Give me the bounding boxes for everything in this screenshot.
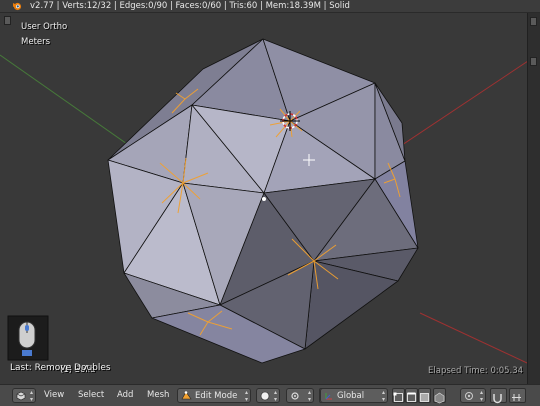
vertex-select-button[interactable]: [392, 388, 405, 403]
occlude-geometry-icon: [434, 392, 445, 404]
menu-select[interactable]: Select: [78, 388, 104, 403]
info-bar: v2.77 | Verts:12/32 | Edges:0/90 | Faces…: [0, 0, 540, 13]
viewport-header: ▴ ▾ View Select Add Mesh Edit Mode ▴ ▾ ▴ ▾: [0, 384, 540, 406]
menu-add[interactable]: Add: [117, 388, 133, 403]
viewport-shading-selector[interactable]: ▴ ▾: [256, 388, 280, 403]
menu-mesh[interactable]: Mesh: [147, 388, 169, 403]
scene-statistics: v2.77 | Verts:12/32 | Edges:0/90 | Faces…: [30, 1, 350, 11]
proportional-editing-icon: [465, 392, 473, 400]
region-toggle-top[interactable]: [530, 17, 537, 26]
menu-view[interactable]: View: [44, 388, 64, 403]
proportional-editing-selector[interactable]: ▴ ▾: [460, 388, 486, 403]
face-select-button[interactable]: [418, 388, 431, 403]
mesh-scene[interactable]: [0, 13, 540, 384]
edge-select-icon: [407, 392, 416, 402]
pivot-icon: [291, 392, 299, 400]
snap-toggle[interactable]: [490, 388, 507, 404]
mode-label: Edit Mode: [195, 391, 238, 401]
elapsed-time-label: Elapsed Time: 0:05.34: [428, 366, 524, 376]
region-toggle-plus[interactable]: [530, 57, 537, 66]
edit-mode-icon: [181, 391, 192, 400]
last-operator-label[interactable]: Last: Remove Doubles: [10, 363, 111, 373]
pivot-arrows-icon: ▴ ▾: [307, 389, 311, 403]
vertex-dot: [262, 197, 266, 201]
units-label: Meters: [21, 37, 51, 47]
solid-shading-icon: [260, 391, 270, 401]
mode-selector[interactable]: Edit Mode ▴ ▾: [177, 388, 251, 403]
snap-element-selector[interactable]: [509, 388, 526, 403]
editor-type-arrows-icon: ▴ ▾: [29, 389, 33, 403]
edge-select-button[interactable]: [405, 388, 418, 403]
orientation-icon: [325, 393, 332, 400]
cube-icon: [16, 391, 26, 401]
face-select-icon: [420, 393, 429, 402]
snap-increment-icon: [512, 394, 521, 401]
shading-arrows-icon: ▴ ▾: [273, 389, 277, 403]
orientation-label: Global: [337, 391, 365, 401]
orientation-arrows-icon: ▴ ▾: [381, 389, 385, 403]
blender-window: v2.77 | Verts:12/32 | Edges:0/90 | Faces…: [0, 0, 540, 406]
properties-region-edge[interactable]: [527, 13, 540, 384]
blender-logo-icon: [13, 2, 22, 11]
limit-selection-toggle[interactable]: [433, 388, 446, 404]
proportional-arrows-icon: ▴ ▾: [479, 389, 483, 403]
editor-type-selector[interactable]: ▴ ▾: [12, 388, 36, 403]
transform-orientation-selector[interactable]: Global ▴ ▾: [320, 388, 388, 403]
magnet-icon: [493, 394, 502, 404]
vertex-select-icon: [393, 392, 403, 402]
3d-viewport[interactable]: User Ortho Meters (1) Solid Elapsed Time…: [0, 13, 540, 384]
pivot-point-selector[interactable]: ▴ ▾: [286, 388, 314, 403]
navigation-mouse-icon: [7, 315, 49, 361]
mode-arrows-icon: ▴ ▾: [244, 389, 248, 403]
mesh-faces: [107, 38, 419, 364]
x-axis-line-lower: [419, 312, 540, 370]
view-name-label: User Ortho: [21, 22, 68, 32]
area-split-corner-top-left[interactable]: [4, 16, 11, 25]
